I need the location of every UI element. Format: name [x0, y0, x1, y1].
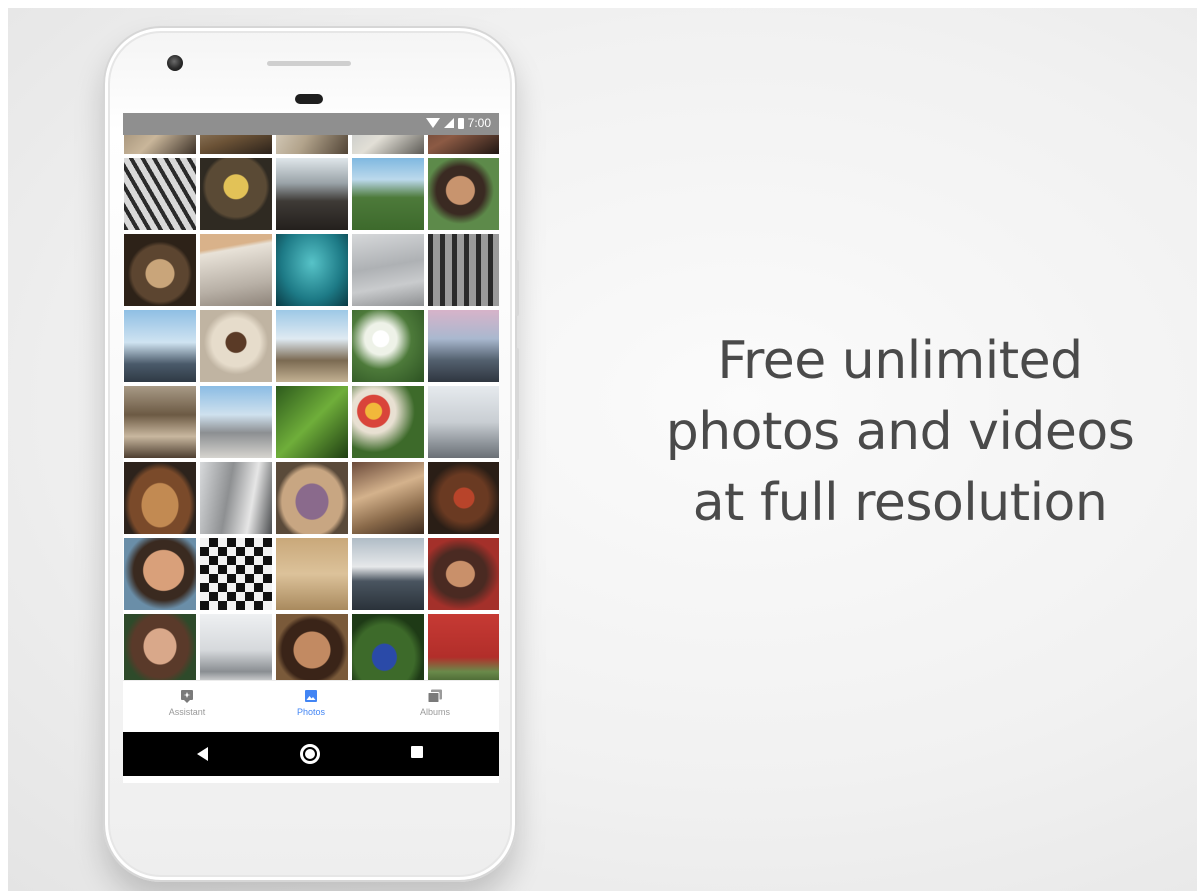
photo-thumbnail[interactable]	[124, 135, 196, 154]
signal-icon	[443, 118, 454, 128]
photo-grid[interactable]	[123, 135, 499, 680]
home-icon[interactable]	[300, 744, 320, 764]
photo-thumbnail[interactable]	[352, 310, 424, 382]
wifi-icon	[425, 118, 440, 128]
photo-thumbnail[interactable]	[276, 310, 348, 382]
photo-thumbnail[interactable]	[124, 310, 196, 382]
photo-thumbnail[interactable]	[124, 614, 196, 680]
photo-thumbnail[interactable]	[276, 135, 348, 154]
battery-icon	[457, 117, 464, 129]
photo-thumbnail[interactable]	[352, 158, 424, 230]
photo-thumbnail[interactable]	[124, 158, 196, 230]
nav-item-albums[interactable]: Albums	[385, 689, 485, 717]
photo-thumbnail[interactable]	[200, 135, 272, 154]
phone-screen: 7:00 Assistant Photos Albums	[123, 113, 499, 783]
nav-label-photos: Photos	[296, 707, 326, 717]
photo-thumbnail[interactable]	[124, 234, 196, 306]
photo-thumbnail[interactable]	[428, 234, 499, 306]
status-time: 7:00	[467, 116, 491, 130]
status-bar: 7:00	[123, 113, 499, 135]
photo-thumbnail[interactable]	[428, 310, 499, 382]
photo-thumbnail[interactable]	[428, 386, 499, 458]
front-camera	[167, 55, 183, 71]
photo-thumbnail[interactable]	[352, 538, 424, 610]
photo-thumbnail[interactable]	[276, 614, 348, 680]
photo-thumbnail[interactable]	[200, 158, 272, 230]
photo-thumbnail[interactable]	[276, 234, 348, 306]
left-border	[0, 0, 8, 891]
photo-thumbnail[interactable]	[276, 538, 348, 610]
nav-item-assistant[interactable]: Assistant	[137, 689, 237, 717]
photo-thumbnail[interactable]	[200, 538, 272, 610]
overview-icon[interactable]	[411, 746, 423, 758]
photo-thumbnail[interactable]	[352, 234, 424, 306]
back-icon[interactable]	[197, 747, 208, 761]
nav-label-albums: Albums	[419, 707, 450, 717]
photo-thumbnail[interactable]	[428, 462, 499, 534]
headline-text: Free unlimited photos and videos at full…	[630, 326, 1170, 539]
headline-line-1: Free unlimited	[717, 331, 1083, 391]
photo-thumbnail[interactable]	[352, 462, 424, 534]
nav-item-photos[interactable]: Photos	[261, 689, 361, 717]
proximity-sensor	[295, 94, 323, 104]
photo-thumbnail[interactable]	[428, 538, 499, 610]
phone-device: 7:00 Assistant Photos Albums	[103, 26, 519, 882]
photo-thumbnail[interactable]	[428, 135, 499, 154]
photo-thumbnail[interactable]	[200, 462, 272, 534]
photo-thumbnail[interactable]	[428, 158, 499, 230]
photo-thumbnail[interactable]	[200, 234, 272, 306]
photo-thumbnail[interactable]	[200, 386, 272, 458]
headline-line-2: photos and videos	[665, 402, 1135, 462]
photo-thumbnail[interactable]	[352, 386, 424, 458]
photos-icon	[305, 690, 317, 702]
system-navigation-bar	[123, 732, 499, 776]
side-button	[515, 348, 519, 460]
photo-thumbnail[interactable]	[352, 135, 424, 154]
nav-label-assistant: Assistant	[168, 707, 206, 717]
headline-line-3: at full resolution	[692, 473, 1108, 533]
photo-thumbnail[interactable]	[124, 462, 196, 534]
photo-thumbnail[interactable]	[276, 462, 348, 534]
photo-thumbnail[interactable]	[276, 386, 348, 458]
photo-thumbnail[interactable]	[200, 614, 272, 680]
earpiece-speaker	[267, 61, 351, 66]
photo-thumbnail[interactable]	[276, 158, 348, 230]
photo-thumbnail[interactable]	[124, 386, 196, 458]
photo-thumbnail[interactable]	[124, 538, 196, 610]
photo-thumbnail[interactable]	[428, 614, 499, 680]
top-border	[0, 0, 1197, 8]
photo-thumbnail[interactable]	[200, 310, 272, 382]
assistant-icon	[181, 690, 193, 703]
photo-thumbnail[interactable]	[352, 614, 424, 680]
volume-button	[515, 260, 519, 316]
albums-icon	[427, 689, 442, 703]
bottom-navigation: Assistant Photos Albums	[123, 680, 499, 732]
